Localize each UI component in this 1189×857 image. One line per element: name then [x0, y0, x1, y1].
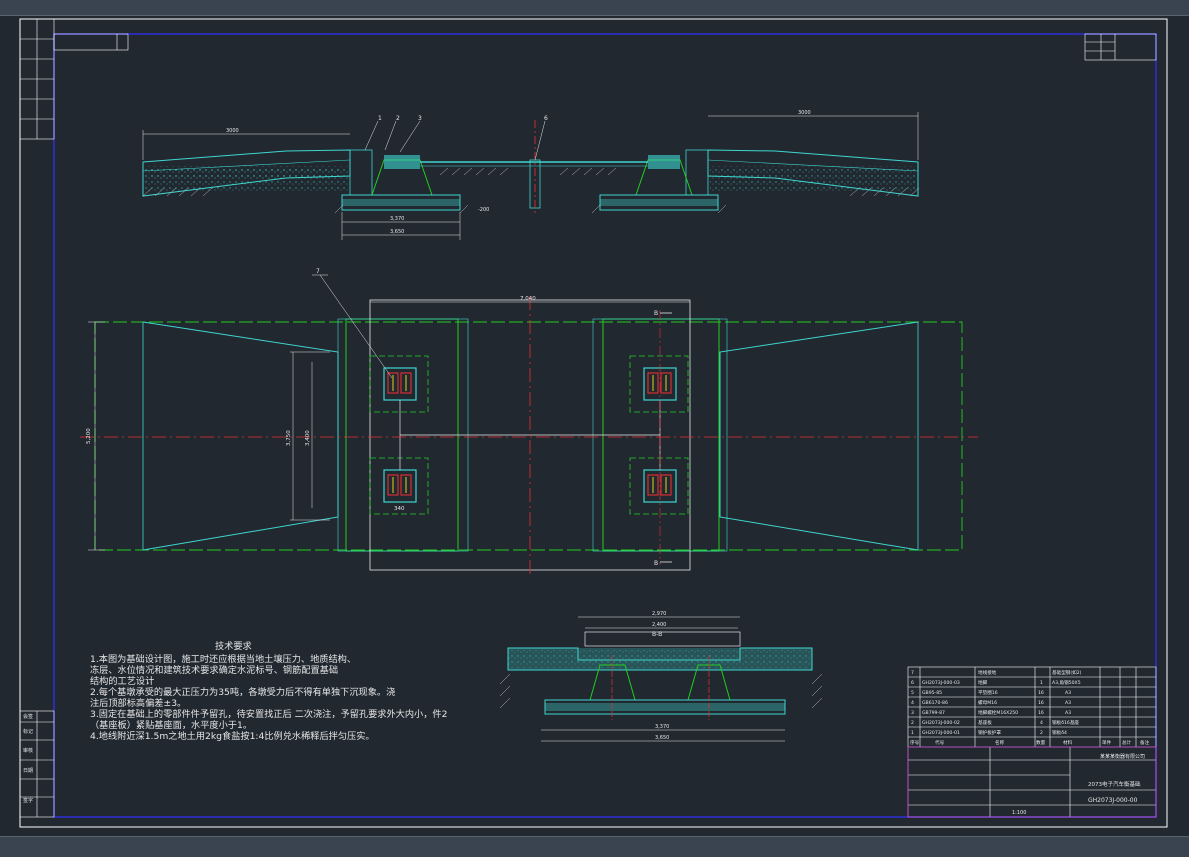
header-4: 材料 [1063, 739, 1073, 746]
plan-view: B B 7,040 5,200 3,750 3,400 340 7 [80, 268, 978, 575]
part-4-name: 地脚螺栓M16X250 [978, 709, 1018, 716]
left-strip-labels: 会签 标记 审核 日期 签字 [23, 713, 33, 804]
header-5: 单件 [1102, 739, 1112, 746]
tech-note-line-6: （基座板）紧贴基座面，水平度小于1。 [90, 720, 253, 731]
section-view: B-B 2,970 2,400 3,370 3,650 [499, 611, 823, 742]
parts-list: 7 地线接地 基础型钢(如2) 6 GH2073J-000-03 地脚 1 A3… [910, 669, 1150, 746]
part-6-name: 钢护板护罩 [978, 729, 1001, 736]
header-6: 总计 [1122, 739, 1132, 746]
right-approach [719, 321, 919, 551]
part-5-no: 2 [911, 720, 914, 726]
part-3-no: 4 [911, 700, 914, 706]
part-1-code: GH2073J-000-03 [922, 680, 960, 686]
part-0-material: 基础型钢(如2) [1052, 669, 1082, 676]
company-name: 某某某衡器有限公司 [1100, 753, 1145, 760]
corner-box-right [1084, 33, 1157, 61]
left-strip-top [19, 18, 55, 140]
part-6-code: GH2073J-000-01 [922, 730, 960, 736]
tech-note-line-5: 3.固定在基础上的零部件件予留孔，待安置找正后 二次浇注，予留孔要求外大内小，件… [90, 709, 448, 720]
dim-top-right: 3000 [798, 110, 811, 116]
part-5-material: 钢板δ16基座 [1052, 719, 1079, 726]
title-block-text: 某某某衡器有限公司 2073电子汽车衡基础 GH2073J-000-00 1:1… [1012, 753, 1145, 816]
part-6-material: 钢板δ4 [1052, 729, 1067, 736]
dim-base-1: 3,370 [390, 216, 404, 222]
section-dim-mid: 2,400 [652, 622, 666, 628]
part-4-qty: 16 [1038, 710, 1044, 716]
part-1-name: 地脚 [978, 679, 988, 686]
tech-note-line-4: 注后顶部标高偏差±3。 [90, 698, 187, 709]
tech-note-line-2: 结构的工艺设计 [90, 676, 155, 687]
section-dim-base2: 3,650 [655, 735, 669, 741]
part-4-code: GB799-87 [922, 710, 945, 716]
tech-note-line-1: 冻层、水位情况和建筑技术要求确定水泥标号、钢筋配置基础 [90, 665, 339, 676]
part-2-code: GB95-85 [922, 690, 942, 696]
part-2-material: A3 [1065, 690, 1071, 696]
part-6-no: 1 [911, 730, 914, 736]
part-6-qty: 2 [1040, 730, 1043, 736]
section-dim-base1: 3,370 [655, 724, 669, 730]
part-2-name: 平垫圈16 [978, 689, 998, 696]
dim-plan-height: 5,200 [86, 428, 92, 444]
part-2-qty: 16 [1038, 690, 1044, 696]
callout-2: 2 [396, 115, 400, 122]
part-1-no: 6 [911, 680, 914, 686]
dim-base-2: 3,650 [390, 229, 404, 235]
left-label-4: 签字 [23, 797, 33, 804]
part-0-no: 7 [911, 670, 914, 676]
part-3-qty: 16 [1038, 700, 1044, 706]
header-1: 代号 [935, 739, 945, 746]
tech-note-line-7: 4.地线附近深1.5m之地土用2kg食盐按1:4比例兑水稀释后拌匀压实。 [90, 731, 375, 742]
part-5-name: 基座板 [978, 719, 992, 726]
drawing-scale: 1:100 [1012, 810, 1026, 816]
title-block [907, 666, 1157, 818]
section-dim-top: 2,970 [652, 611, 666, 617]
drawing-number: GH2073J-000-00 [1088, 797, 1138, 804]
left-label-1: 标记 [23, 728, 33, 735]
plan-outline [94, 321, 963, 551]
cut-label-top: B [654, 310, 658, 317]
callout-6: 6 [544, 115, 548, 122]
tech-notes-title: 技术要求 [215, 641, 252, 652]
dim-elev: -200 [478, 207, 489, 213]
callout-1: 1 [378, 115, 382, 122]
cut-label-bottom: B [654, 560, 658, 567]
part-4-no: 3 [911, 710, 914, 716]
header-3: 数量 [1036, 739, 1046, 746]
drawing-title: 2073电子汽车衡基础 [1088, 780, 1141, 788]
part-5-code: GH2073J-000-02 [922, 720, 960, 726]
left-pit [349, 149, 373, 196]
tech-note-line-3: 2.每个基墩承受的最大正压力为35吨，各墩受力后不得有单独下沉现象。浇 [90, 687, 396, 698]
left-label-2: 审核 [23, 747, 33, 754]
header-2: 名称 [995, 739, 1005, 746]
part-5-qty: 4 [1040, 720, 1043, 726]
callout-3: 3 [418, 115, 422, 122]
left-label-3: 日期 [23, 768, 33, 774]
part-1-material: A3,角钢50X5 [1052, 679, 1081, 686]
part-2-no: 5 [911, 690, 914, 696]
part-3-material: A3 [1065, 700, 1071, 706]
tech-notes: 技术要求 1.本图为基础设计图，施工时还应根据当地土壤压力、地质结构、 冻层、水… [90, 641, 490, 742]
header-0: 序号 [910, 739, 920, 746]
corner-box-left [53, 33, 129, 51]
dim-plan-width: 7,040 [520, 296, 536, 302]
part-4-material: A3 [1065, 710, 1071, 716]
dim-top-left: 3000 [226, 128, 239, 134]
dim-plan-inner: 3,400 [305, 430, 311, 446]
part-1-qty: 1 [1040, 680, 1043, 686]
dim-pad-size: 340 [394, 506, 405, 512]
part-3-name: 螺母M16 [978, 699, 997, 706]
part-3-code: GB6170-86 [922, 700, 948, 706]
left-label-0: 会签 [23, 713, 33, 720]
callout-7: 7 [316, 268, 320, 275]
tech-note-line-0: 1.本图为基础设计图，施工时还应根据当地土壤压力、地质结构、 [90, 654, 357, 665]
dim-plan-inner2: 3,750 [286, 430, 292, 446]
header-7: 备注 [1140, 739, 1150, 746]
part-0-name: 地线接地 [978, 669, 997, 676]
